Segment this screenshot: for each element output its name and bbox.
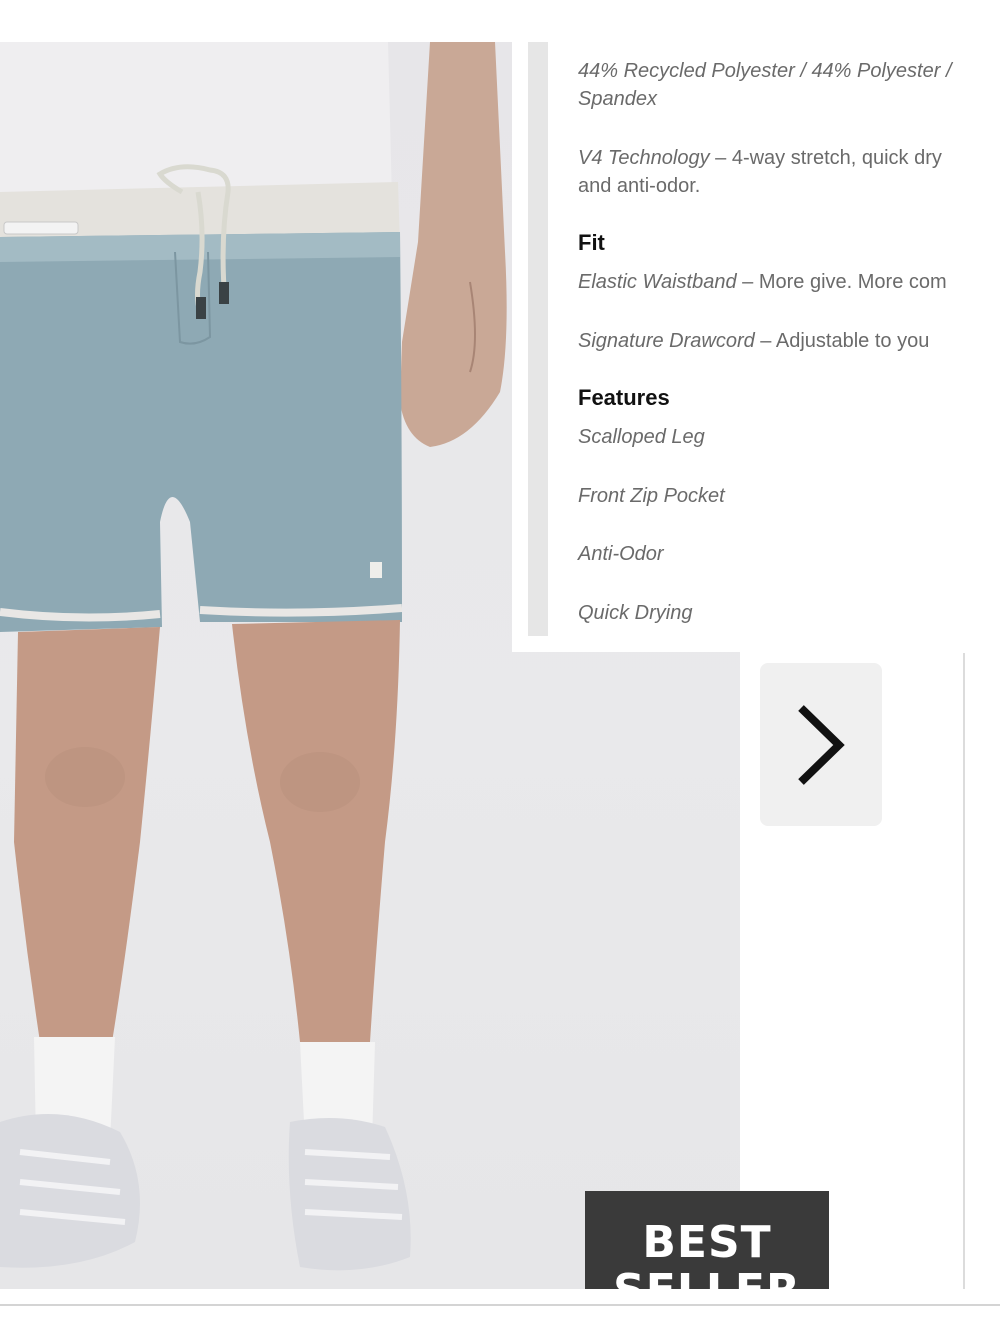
chevron-right-icon [798,704,845,785]
technology-line-2: and anti-odor. [578,175,701,197]
technology-line-1: V4 Technology – 4-way stretch, quick dry [578,147,942,169]
badge-line-1: BEST [642,1217,772,1268]
details-scrollbar[interactable] [528,42,548,636]
divider [0,1304,1000,1306]
material-line-2: Spandex [578,88,657,110]
features-heading: Features [578,385,670,410]
fit-item: Elastic Waistband – More give. More com [578,271,947,293]
bottom-strip [0,1289,1000,1333]
best-seller-badge: BEST SELLER [585,1191,829,1289]
next-button[interactable] [760,663,882,826]
fit-heading: Fit [578,230,605,255]
feature-item: Scalloped Leg [578,426,705,448]
feature-item: Front Zip Pocket [578,485,725,507]
feature-item: Quick Drying [578,602,693,624]
adjacent-panel [963,653,1000,1289]
feature-item: Anti-Odor [578,543,664,565]
material-line-1: 44% Recycled Polyester / 44% Polyester / [578,60,952,82]
badge-line-2: SELLER [585,1267,829,1290]
fit-item: Signature Drawcord – Adjustable to you [578,330,930,352]
top-strip [0,0,1000,42]
